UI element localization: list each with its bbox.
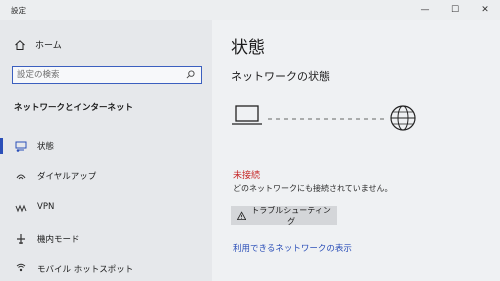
- status-icon: [15, 141, 27, 152]
- laptop-icon: [232, 105, 262, 125]
- connection-status: 未接続: [233, 171, 261, 181]
- app-title: 設定: [11, 6, 26, 15]
- network-status-heading: ネットワークの状態: [231, 70, 330, 83]
- maximize-button[interactable]: ☐: [440, 0, 470, 20]
- sidebar-item-label: 機内モード: [37, 235, 80, 245]
- search-box[interactable]: [12, 66, 202, 84]
- sidebar-item-label: VPN: [37, 202, 55, 212]
- connection-description: どのネットワークにも接続されていません。: [233, 184, 393, 193]
- airplane-icon: [17, 234, 25, 244]
- network-diagram: [232, 105, 416, 131]
- sidebar-item-label: モバイル ホットスポット: [37, 265, 134, 275]
- home-nav-item[interactable]: ホーム: [14, 38, 62, 51]
- page-title: 状態: [231, 38, 265, 58]
- section-header: ネットワークとインターネット: [14, 103, 134, 113]
- close-button[interactable]: ✕: [470, 0, 500, 20]
- home-label: ホーム: [35, 41, 62, 51]
- sidebar-item-label: 状態: [37, 142, 55, 152]
- selected-indicator: [0, 138, 3, 154]
- title-bar: 設定 — ☐ ✕: [0, 0, 500, 20]
- sidebar-item-label: ダイヤルアップ: [37, 172, 97, 182]
- search-icon[interactable]: [186, 70, 195, 79]
- troubleshoot-label: トラブルシューティング: [251, 205, 331, 226]
- window-controls: — ☐ ✕: [410, 0, 500, 20]
- minimize-button[interactable]: —: [410, 0, 440, 20]
- hotspot-icon: [16, 263, 26, 272]
- sidebar-item-status[interactable]: 状態: [0, 136, 212, 156]
- troubleshoot-button[interactable]: トラブルシューティング: [231, 205, 337, 226]
- sidebar-item-mobile-hotspot[interactable]: モバイル ホットスポット: [0, 259, 212, 279]
- available-networks-link[interactable]: 利用できるネットワークの表示: [233, 242, 352, 254]
- sidebar-item-vpn[interactable]: VPN: [0, 198, 212, 218]
- home-icon: [15, 39, 25, 50]
- sidebar-item-airplane-mode[interactable]: 機内モード: [0, 229, 212, 249]
- warning-icon: [237, 210, 247, 220]
- dialup-icon: [16, 174, 26, 180]
- search-input[interactable]: [17, 68, 177, 81]
- vpn-icon: [15, 204, 27, 213]
- globe-icon: [390, 105, 416, 131]
- sidebar-item-dialup[interactable]: ダイヤルアップ: [0, 166, 212, 186]
- settings-window: 設定 — ☐ ✕ ホーム ネットワークとインターネット 状態: [0, 0, 500, 281]
